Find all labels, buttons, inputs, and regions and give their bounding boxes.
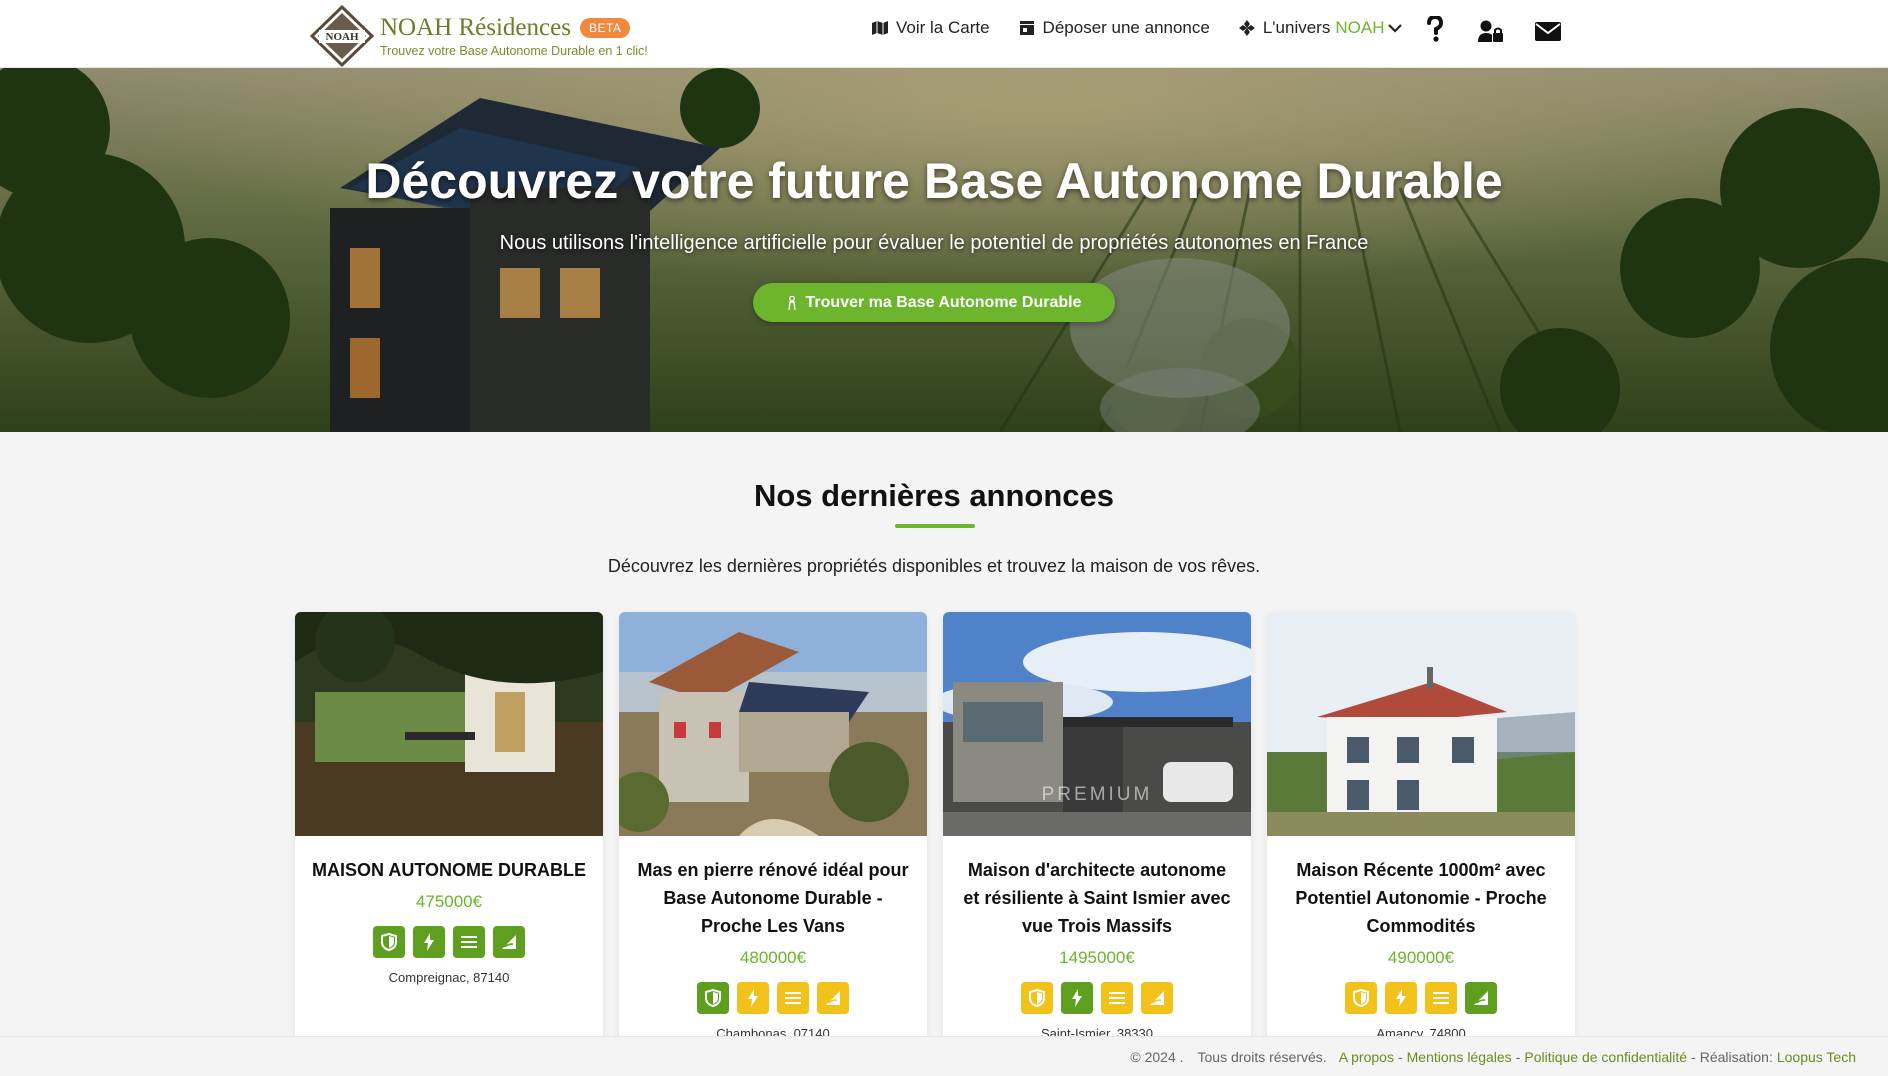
- footer-legal-link[interactable]: Mentions légales: [1407, 1049, 1512, 1065]
- bolt-icon: [1072, 989, 1082, 1007]
- listing-badges: [1267, 982, 1575, 1014]
- nav-post-label: Déposer une annonce: [1042, 18, 1210, 37]
- security-badge: [373, 926, 405, 958]
- main-nav: Voir la Carte Déposer une annonce L'univ…: [872, 18, 1431, 38]
- energy-badge: [413, 926, 445, 958]
- listing-title: Maison d'architecte autonome et résilien…: [963, 860, 1231, 936]
- section-subtitle: Découvrez les dernières propriétés dispo…: [607, 556, 1261, 576]
- listing-price: 490000€: [1387, 948, 1455, 967]
- listing-title: Mas en pierre rénové idéal pour Base Aut…: [637, 860, 909, 936]
- listing-title: MAISON AUTONOME DURABLE: [312, 860, 586, 880]
- listing-badges: [619, 982, 927, 1014]
- listing-photo: PREMIUM: [943, 612, 1251, 836]
- nav-universe-accent: NOAH: [1335, 18, 1385, 37]
- water-badge: [1101, 982, 1133, 1014]
- person-icon: [787, 295, 796, 310]
- footer-separator: -: [1691, 1048, 1696, 1065]
- listing-price: 475000€: [415, 892, 483, 911]
- account-button[interactable]: [1478, 20, 1504, 47]
- footer-about-link[interactable]: A propos: [1339, 1049, 1394, 1065]
- listing-price: 480000€: [739, 948, 807, 967]
- bolt-icon: [424, 933, 434, 951]
- shield-icon: [1029, 989, 1045, 1007]
- menu-lines-icon: [1433, 992, 1449, 1004]
- energy-badge: [737, 982, 769, 1014]
- footer-credit-prefix: Réalisation:: [1699, 1048, 1773, 1065]
- water-badge: [1425, 982, 1457, 1014]
- brand-name: NOAH Résidences: [380, 14, 571, 41]
- security-badge: [1021, 982, 1053, 1014]
- user-lock-icon: [1478, 20, 1503, 42]
- menu-lines-icon: [1109, 992, 1125, 1004]
- food-badge: [1141, 982, 1173, 1014]
- premium-watermark: PREMIUM: [1041, 784, 1153, 805]
- nav-map-label: Voir la Carte: [896, 18, 990, 37]
- footer-copyright: © 2024 .: [1130, 1048, 1184, 1065]
- energy-badge: [1061, 982, 1093, 1014]
- contact-button[interactable]: [1535, 22, 1561, 46]
- footer-credit-link[interactable]: Loopus Tech: [1777, 1049, 1856, 1065]
- footer-rights: Tous droits réservés.: [1197, 1048, 1327, 1065]
- signal-icon: [502, 935, 516, 949]
- nav-voir-la-carte[interactable]: Voir la Carte: [872, 18, 990, 38]
- store-icon: [1019, 21, 1034, 35]
- food-badge: [817, 982, 849, 1014]
- signal-icon: [1150, 991, 1164, 1005]
- signal-icon: [826, 991, 840, 1005]
- listing-card[interactable]: PREMIUM Maison d'architecte autonome et …: [943, 612, 1251, 1076]
- question-icon: [1427, 14, 1444, 42]
- listing-price: 1495000€: [1059, 948, 1135, 967]
- food-badge: [493, 926, 525, 958]
- hero-subtitle: Nous utilisons l'intelligence artificiel…: [499, 232, 1369, 254]
- listing-title: Maison Récente 1000m² avec Potentiel Aut…: [1295, 860, 1547, 936]
- navbar: NOAH NOAH Résidences BETA Trouvez votre …: [0, 0, 1888, 68]
- bolt-icon: [748, 989, 758, 1007]
- menu-lines-icon: [461, 936, 477, 948]
- signal-icon: [1474, 991, 1488, 1005]
- footer: © 2024 . Tous droits réservés. A propos …: [0, 1036, 1888, 1076]
- section-title: Nos dernières annonces: [753, 478, 1115, 513]
- shield-icon: [705, 989, 721, 1007]
- hero-title: Découvrez votre future Base Autonome Dur…: [365, 153, 1503, 209]
- energy-badge: [1385, 982, 1417, 1014]
- listing-photo: [619, 612, 927, 836]
- title-underline: [895, 524, 975, 528]
- chevron-down-icon: [1388, 24, 1403, 33]
- listing-badges: [295, 926, 603, 958]
- water-badge: [453, 926, 485, 958]
- menu-lines-icon: [785, 992, 801, 1004]
- footer-privacy-link[interactable]: Politique de confidentialité: [1524, 1049, 1687, 1065]
- svg-text:NOAH: NOAH: [326, 31, 359, 43]
- nav-universe-label: L'univers: [1262, 18, 1331, 37]
- map-icon: [872, 21, 888, 35]
- find-base-button[interactable]: Trouver ma Base Autonome Durable: [753, 283, 1115, 322]
- listing-photo: [295, 612, 603, 836]
- diamond-icon: [1238, 20, 1255, 36]
- nav-univers-noah-dropdown[interactable]: L'univers NOAH: [1238, 18, 1403, 38]
- envelope-icon: [1535, 22, 1561, 41]
- listing-card[interactable]: Mas en pierre rénové idéal pour Base Aut…: [619, 612, 927, 1076]
- listing-card[interactable]: Maison Récente 1000m² avec Potentiel Aut…: [1267, 612, 1575, 1076]
- help-button[interactable]: [1426, 14, 1444, 47]
- footer-separator: -: [1397, 1048, 1403, 1065]
- water-badge: [777, 982, 809, 1014]
- listing-badges: [943, 982, 1251, 1014]
- food-badge: [1465, 982, 1497, 1014]
- bolt-icon: [1396, 989, 1406, 1007]
- hero-banner: Découvrez votre future Base Autonome Dur…: [0, 68, 1888, 432]
- listing-photo: [1267, 612, 1575, 836]
- brand-logo-link[interactable]: NOAH NOAH Résidences BETA Trouvez votre …: [309, 4, 648, 68]
- security-badge: [697, 982, 729, 1014]
- security-badge: [1345, 982, 1377, 1014]
- shield-icon: [381, 933, 397, 951]
- footer-separator: -: [1515, 1048, 1521, 1065]
- shield-icon: [1353, 989, 1369, 1007]
- noah-logo: NOAH: [309, 4, 375, 68]
- find-base-label: Trouver ma Base Autonome Durable: [805, 293, 1082, 311]
- beta-badge: BETA: [579, 18, 631, 38]
- listing-card[interactable]: MAISON AUTONOME DURABLE 475000€ Compreig…: [295, 612, 603, 1076]
- brand-tagline: Trouvez votre Base Autonome Durable en 1…: [380, 44, 648, 58]
- nav-deposer-annonce[interactable]: Déposer une annonce: [1019, 18, 1210, 38]
- listing-location: Compreignac, 87140: [388, 970, 510, 985]
